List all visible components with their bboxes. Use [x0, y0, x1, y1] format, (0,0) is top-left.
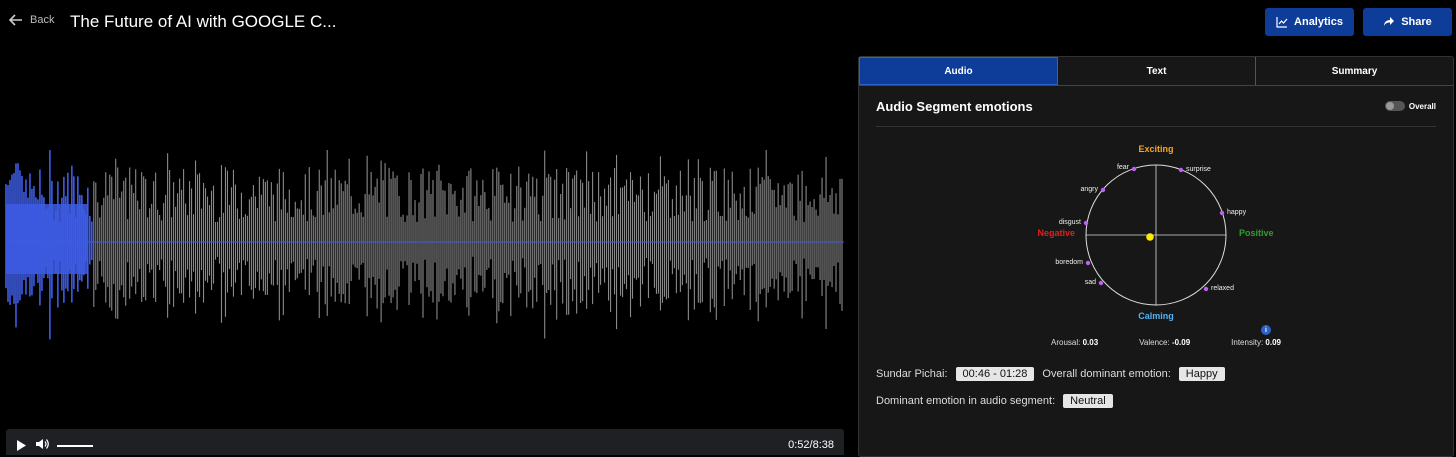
- audio-player-controls: 0:52/8:38: [6, 429, 844, 455]
- valence-label: Valence:: [1139, 338, 1170, 347]
- label-calming: Calming: [1138, 311, 1174, 321]
- share-arrow-icon: [1384, 17, 1395, 26]
- play-icon: [17, 440, 26, 451]
- valence-value: -0.09: [1171, 338, 1191, 347]
- tab-text[interactable]: Text: [1058, 57, 1256, 85]
- intensity-label: Intensity:: [1231, 338, 1264, 347]
- tab-audio[interactable]: Audio: [859, 57, 1058, 85]
- audio-waveform[interactable]: [0, 150, 850, 340]
- arousal-label: Arousal:: [1051, 338, 1081, 347]
- label-exciting: Exciting: [1138, 144, 1173, 154]
- segment-emotion-label: Dominant emotion in audio segment:: [876, 395, 1056, 407]
- tab-summary[interactable]: Summary: [1256, 57, 1453, 85]
- overall-emotion-badge: Happy: [1178, 367, 1225, 381]
- arousal-value: 0.03: [1082, 338, 1099, 347]
- arrow-left-icon: [8, 14, 22, 26]
- emotion-dot-angry: [1100, 187, 1106, 193]
- page-title: The Future of AI with GOOGLE C...: [70, 12, 337, 31]
- valence-metric: Valence: -0.09: [1139, 338, 1190, 347]
- tab-bar: Audio Text Summary: [859, 57, 1453, 86]
- waveform-svg[interactable]: [0, 150, 850, 340]
- segment-time-range[interactable]: 00:46 - 01:28: [955, 367, 1035, 381]
- emotion-dot-sad: [1098, 280, 1104, 286]
- current-emotion-marker: [1146, 233, 1154, 241]
- overall-toggle-group: Overall: [1384, 101, 1436, 111]
- arousal-metric: Arousal: 0.03: [1051, 338, 1098, 347]
- back-button[interactable]: Back: [8, 12, 54, 28]
- segment-emotion-badge: Neutral: [1063, 394, 1113, 408]
- emotion-dot-relaxed: [1203, 286, 1209, 292]
- intensity-metric: Intensity: 0.09: [1231, 338, 1281, 347]
- emotion-label-surprise: surprise: [1186, 166, 1211, 173]
- emotion-dot-disgust: [1083, 220, 1089, 226]
- chart-line-icon: [1276, 17, 1288, 28]
- label-negative: Negative: [1037, 228, 1075, 238]
- speaker-name: Sundar Pichai:: [876, 368, 948, 380]
- emotion-label-boredom: boredom: [1055, 259, 1083, 266]
- emotion-label-fear: fear: [1117, 164, 1130, 171]
- info-icon[interactable]: i: [1261, 325, 1271, 335]
- play-button[interactable]: [16, 438, 26, 456]
- emotion-label-happy: happy: [1227, 209, 1247, 216]
- emotion-dot-fear: [1131, 166, 1137, 172]
- divider: [876, 126, 1436, 127]
- section-title: Audio Segment emotions: [876, 99, 1033, 114]
- emotion-dot-boredom: [1085, 260, 1091, 266]
- overall-emotion-label: Overall dominant emotion:: [1042, 368, 1171, 380]
- share-label: Share: [1401, 16, 1432, 28]
- played-region: [6, 204, 88, 274]
- volume-icon: [36, 439, 49, 449]
- overall-toggle[interactable]: [1384, 101, 1405, 111]
- label-positive: Positive: [1239, 228, 1274, 238]
- overall-toggle-label: Overall: [1408, 101, 1436, 111]
- analytics-button[interactable]: Analytics: [1265, 8, 1354, 36]
- volume-slider[interactable]: [57, 445, 93, 447]
- back-label: Back: [30, 14, 55, 26]
- playback-time: 0:52/8:38: [788, 439, 834, 451]
- emotion-metrics: Arousal: 0.03 Valence: -0.09 Intensity: …: [1051, 338, 1281, 347]
- analytics-label: Analytics: [1294, 16, 1343, 28]
- speaker-segment-row: Sundar Pichai: 00:46 - 01:28 Overall dom…: [876, 367, 1225, 381]
- emotion-circumplex-chart: Exciting Calming Negative Positive fear …: [1037, 144, 1274, 321]
- segment-emotion-row: Dominant emotion in audio segment: Neutr…: [876, 394, 1113, 408]
- emotion-dot-surprise: [1178, 167, 1184, 173]
- intensity-value: 0.09: [1265, 338, 1281, 347]
- share-button[interactable]: Share: [1363, 8, 1452, 36]
- emotion-label-angry: angry: [1080, 186, 1098, 193]
- emotion-label-disgust: disgust: [1059, 219, 1081, 226]
- analysis-panel: Audio Text Summary Audio Segment emotion…: [858, 56, 1454, 457]
- top-bar: Back The Future of AI with GOOGLE C... A…: [0, 0, 1456, 48]
- emotion-dot-happy: [1219, 210, 1225, 216]
- emotion-label-relaxed: relaxed: [1211, 285, 1234, 292]
- volume-button[interactable]: [36, 437, 50, 455]
- emotion-label-sad: sad: [1085, 279, 1096, 286]
